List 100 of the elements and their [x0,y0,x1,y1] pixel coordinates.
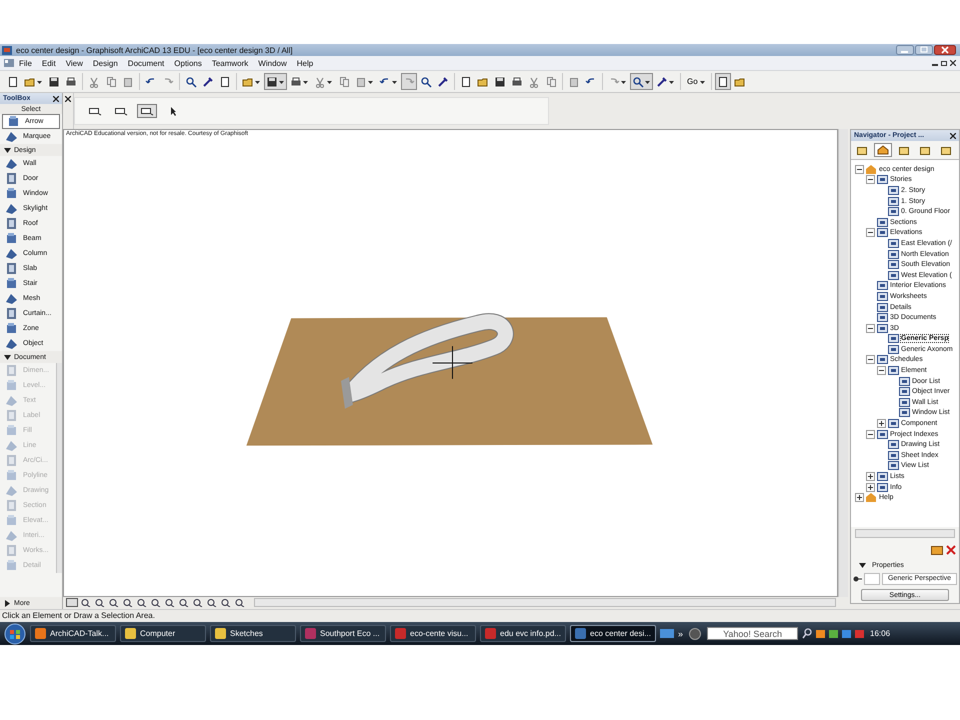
collapse-icon[interactable] [866,324,875,333]
taskbar-button[interactable]: ArchiCAD-Talk... [30,625,116,642]
taskbar-button[interactable]: eco center desi... [570,625,656,642]
tool-icon[interactable] [242,76,254,88]
close-icon[interactable] [950,132,956,138]
tool-icon [5,499,18,512]
id-field[interactable] [864,573,880,585]
tool-icon [5,307,18,320]
menu-item[interactable]: Window [253,58,292,68]
application-icon [215,628,226,639]
close-icon[interactable] [950,60,956,66]
collapse-icon[interactable] [855,164,864,174]
tool-icon[interactable] [266,76,278,88]
tool-icon [5,322,18,335]
collapse-icon[interactable] [866,175,875,184]
tool-icon [5,232,18,245]
tool-icon [5,454,18,467]
taskbar-button[interactable]: edu evc info.pd... [480,625,566,642]
disclosure-triangle-icon[interactable] [859,562,866,568]
search-icon[interactable] [802,628,812,639]
navigation-tool-icon[interactable] [220,598,232,607]
overflow-chevron[interactable]: » [678,628,684,638]
scrollbar[interactable] [254,598,836,607]
tool-icon[interactable] [632,76,644,88]
expand-icon[interactable] [877,419,886,428]
menu-item[interactable]: Design [88,58,123,68]
navigation-tool-icon[interactable] [136,598,148,607]
tool-icon [5,262,18,275]
navigation-tool-icon[interactable] [164,598,176,607]
crosshair-icon [432,346,473,380]
menu-item[interactable]: Help [292,58,318,68]
navigator-tab[interactable] [874,143,892,157]
expand-icon[interactable] [866,472,875,482]
application-icon [305,628,316,639]
navigation-tool-icon[interactable] [234,598,246,607]
folder-icon [877,145,889,155]
toolbar-button[interactable] [264,73,287,90]
collapse-icon[interactable] [877,366,886,376]
window-title: eco center design - Graphisoft ArchiCAD 13 EDU - [eco center design 3D / All] [16,46,293,54]
restore-icon[interactable] [941,60,947,66]
tool-icon[interactable] [24,76,36,88]
menu-item[interactable]: Teamwork [206,58,254,68]
info-box-button[interactable] [137,104,157,118]
tool-icon [140,106,154,116]
navigation-tool-icon[interactable] [94,598,106,607]
collapse-icon[interactable] [866,355,875,364]
tool-icon [88,106,102,116]
navigation-tool-icon[interactable] [192,598,204,607]
scrollbar[interactable] [56,363,62,573]
desktop-icon[interactable] [660,628,674,639]
navigation-tool-icon[interactable] [150,598,162,607]
tool-icon [5,247,18,260]
scrollbar[interactable] [855,529,955,538]
collapse-icon[interactable] [866,228,875,238]
tool-icon [5,439,18,452]
document-icon[interactable] [4,59,14,67]
close-icon[interactable] [934,45,956,55]
toolbar-button[interactable] [630,73,653,90]
menu-item[interactable]: Edit [36,58,61,68]
taskbar-button[interactable]: Computer [120,625,206,642]
navigation-tool-icon[interactable] [206,598,218,607]
folder-icon [940,145,952,155]
tool-icon[interactable] [656,76,668,88]
taskbar-button[interactable]: eco-cente visu... [390,625,476,642]
navigation-tool-icon[interactable] [108,598,120,607]
close-icon[interactable] [53,96,59,102]
menu-item[interactable]: File [14,58,37,68]
tool-icon [5,394,18,407]
scrollbar[interactable] [838,129,848,597]
navigation-tool-icon[interactable] [178,598,190,607]
menu-item[interactable]: Document [122,58,170,68]
disclosure-triangle-icon[interactable] [4,600,11,606]
collapse-icon[interactable] [866,430,875,439]
application-icon [395,628,406,639]
folder-icon[interactable] [931,544,943,555]
close-icon[interactable] [65,96,71,102]
search-field[interactable]: Yahoo! Search [707,627,798,640]
disclosure-triangle-icon[interactable] [4,354,11,360]
start-button-icon[interactable] [4,622,26,644]
menu-item[interactable]: Options [169,58,207,68]
tool-icon [5,424,18,437]
tool-icon [5,172,18,185]
navigation-tool-icon[interactable] [66,598,78,607]
expand-icon[interactable] [866,482,875,492]
go-button[interactable]: Go [684,73,708,90]
tool-icon [5,544,18,557]
tool-icon [5,469,18,482]
clock-text[interactable]: 16:06 [870,629,890,638]
delete-icon[interactable] [945,544,957,555]
menu-item[interactable]: View [60,58,88,68]
expand-icon[interactable] [855,493,864,502]
taskbar-button[interactable]: Southport Eco ... [300,625,386,642]
folder-icon [919,145,931,155]
disclosure-triangle-icon[interactable] [4,146,11,154]
tool-icon [5,559,18,572]
navigation-tool-icon[interactable] [80,598,92,607]
tool-icon[interactable] [290,76,302,88]
maximize-icon[interactable] [915,45,933,55]
navigation-tool-icon[interactable] [122,598,134,607]
taskbar-button[interactable]: Sketches [210,625,296,642]
